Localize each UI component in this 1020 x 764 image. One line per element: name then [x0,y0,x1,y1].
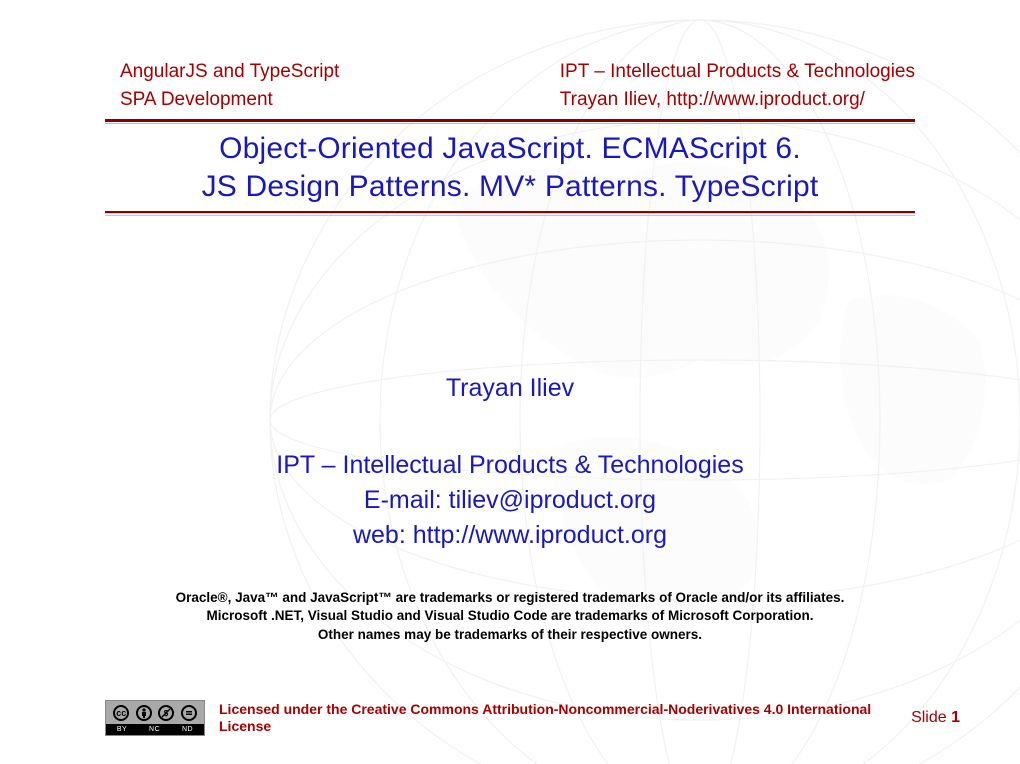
title-line1: Object-Oriented JavaScript. ECMAScript 6… [60,130,960,168]
title-line2: JS Design Patterns. MV* Patterns. TypeSc… [60,168,960,206]
header-course-line1: AngularJS and TypeScript [120,58,339,86]
slide-label: Slide [911,709,951,726]
slide-header: AngularJS and TypeScript SPA Development… [0,0,1020,113]
trademark-line1: Oracle®, Java™ and JavaScript™ are trade… [80,589,940,607]
header-left-block: AngularJS and TypeScript SPA Development [120,58,339,113]
trademark-block: Oracle®, Java™ and JavaScript™ are trade… [0,589,1020,644]
slide-number: Slide 1 [911,709,960,727]
header-right-block: IPT – Intellectual Products & Technologi… [560,58,915,113]
title-rule-top [105,119,915,122]
cc-by-label: BY [117,726,127,733]
org-line: IPT – Intellectual Products & Technologi… [60,448,960,483]
header-course-line2: SPA Development [120,86,339,114]
cc-license-badge: cc $ BY NC ND [105,700,205,736]
header-org: IPT – Intellectual Products & Technologi… [560,58,915,86]
title-rule-bottom-shadow [105,215,915,216]
header-author-url: Trayan Iliev, http://www.iproduct.org/ [560,86,915,114]
cc-icon: cc [113,705,129,721]
slide-number-value: 1 [951,709,960,726]
nd-icon [181,705,197,721]
slide-footer: cc $ BY NC ND Licensed under the Creativ… [105,700,960,736]
trademark-line2: Microsoft .NET, Visual Studio and Visual… [80,607,940,625]
title-rule-bottom [105,211,915,214]
trademark-line3: Other names may be trademarks of their r… [80,626,940,644]
web-line: web: http://www.iproduct.org [60,518,960,553]
author-name: Trayan Iliev [60,371,960,406]
cc-badge-labels: BY NC ND [106,724,204,735]
cc-badge-icons: cc $ [106,701,204,724]
slide-title: Object-Oriented JavaScript. ECMAScript 6… [0,124,1020,209]
by-icon [136,705,152,721]
cc-nd-label: ND [182,726,193,733]
slide-body: Trayan Iliev IPT – Intellectual Products… [0,371,1020,553]
license-text: Licensed under the Creative Commons Attr… [219,701,897,736]
nc-icon: $ [158,705,174,721]
email-line: E-mail: tiliev@iproduct.org [60,483,960,518]
cc-nc-label: NC [149,726,160,733]
